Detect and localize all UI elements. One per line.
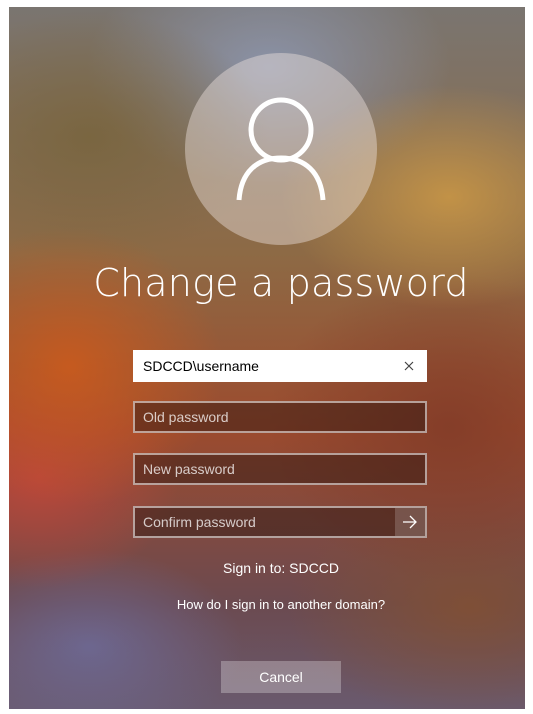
username-field[interactable] bbox=[133, 350, 427, 382]
other-domain-link[interactable]: How do I sign in to another domain? bbox=[9, 597, 525, 612]
clear-button[interactable] bbox=[399, 356, 419, 376]
close-icon bbox=[404, 361, 414, 371]
old-password-field[interactable] bbox=[133, 401, 427, 433]
confirm-password-field[interactable] bbox=[133, 506, 427, 538]
new-password-field[interactable] bbox=[133, 453, 427, 485]
user-icon bbox=[236, 97, 326, 201]
arrow-right-icon bbox=[403, 515, 417, 529]
sign-in-domain-text: Sign in to: SDCCD bbox=[223, 560, 339, 576]
submit-button[interactable] bbox=[395, 508, 425, 536]
lock-screen: Change a password Sign in to: SDCCD How … bbox=[9, 7, 525, 709]
confirm-password-input[interactable] bbox=[135, 508, 393, 536]
user-avatar bbox=[185, 53, 377, 245]
old-password-input[interactable] bbox=[135, 403, 425, 431]
username-input[interactable] bbox=[135, 352, 425, 380]
new-password-input[interactable] bbox=[135, 455, 425, 483]
page-title: Change a password bbox=[93, 261, 469, 305]
cancel-button[interactable]: Cancel bbox=[221, 661, 341, 693]
